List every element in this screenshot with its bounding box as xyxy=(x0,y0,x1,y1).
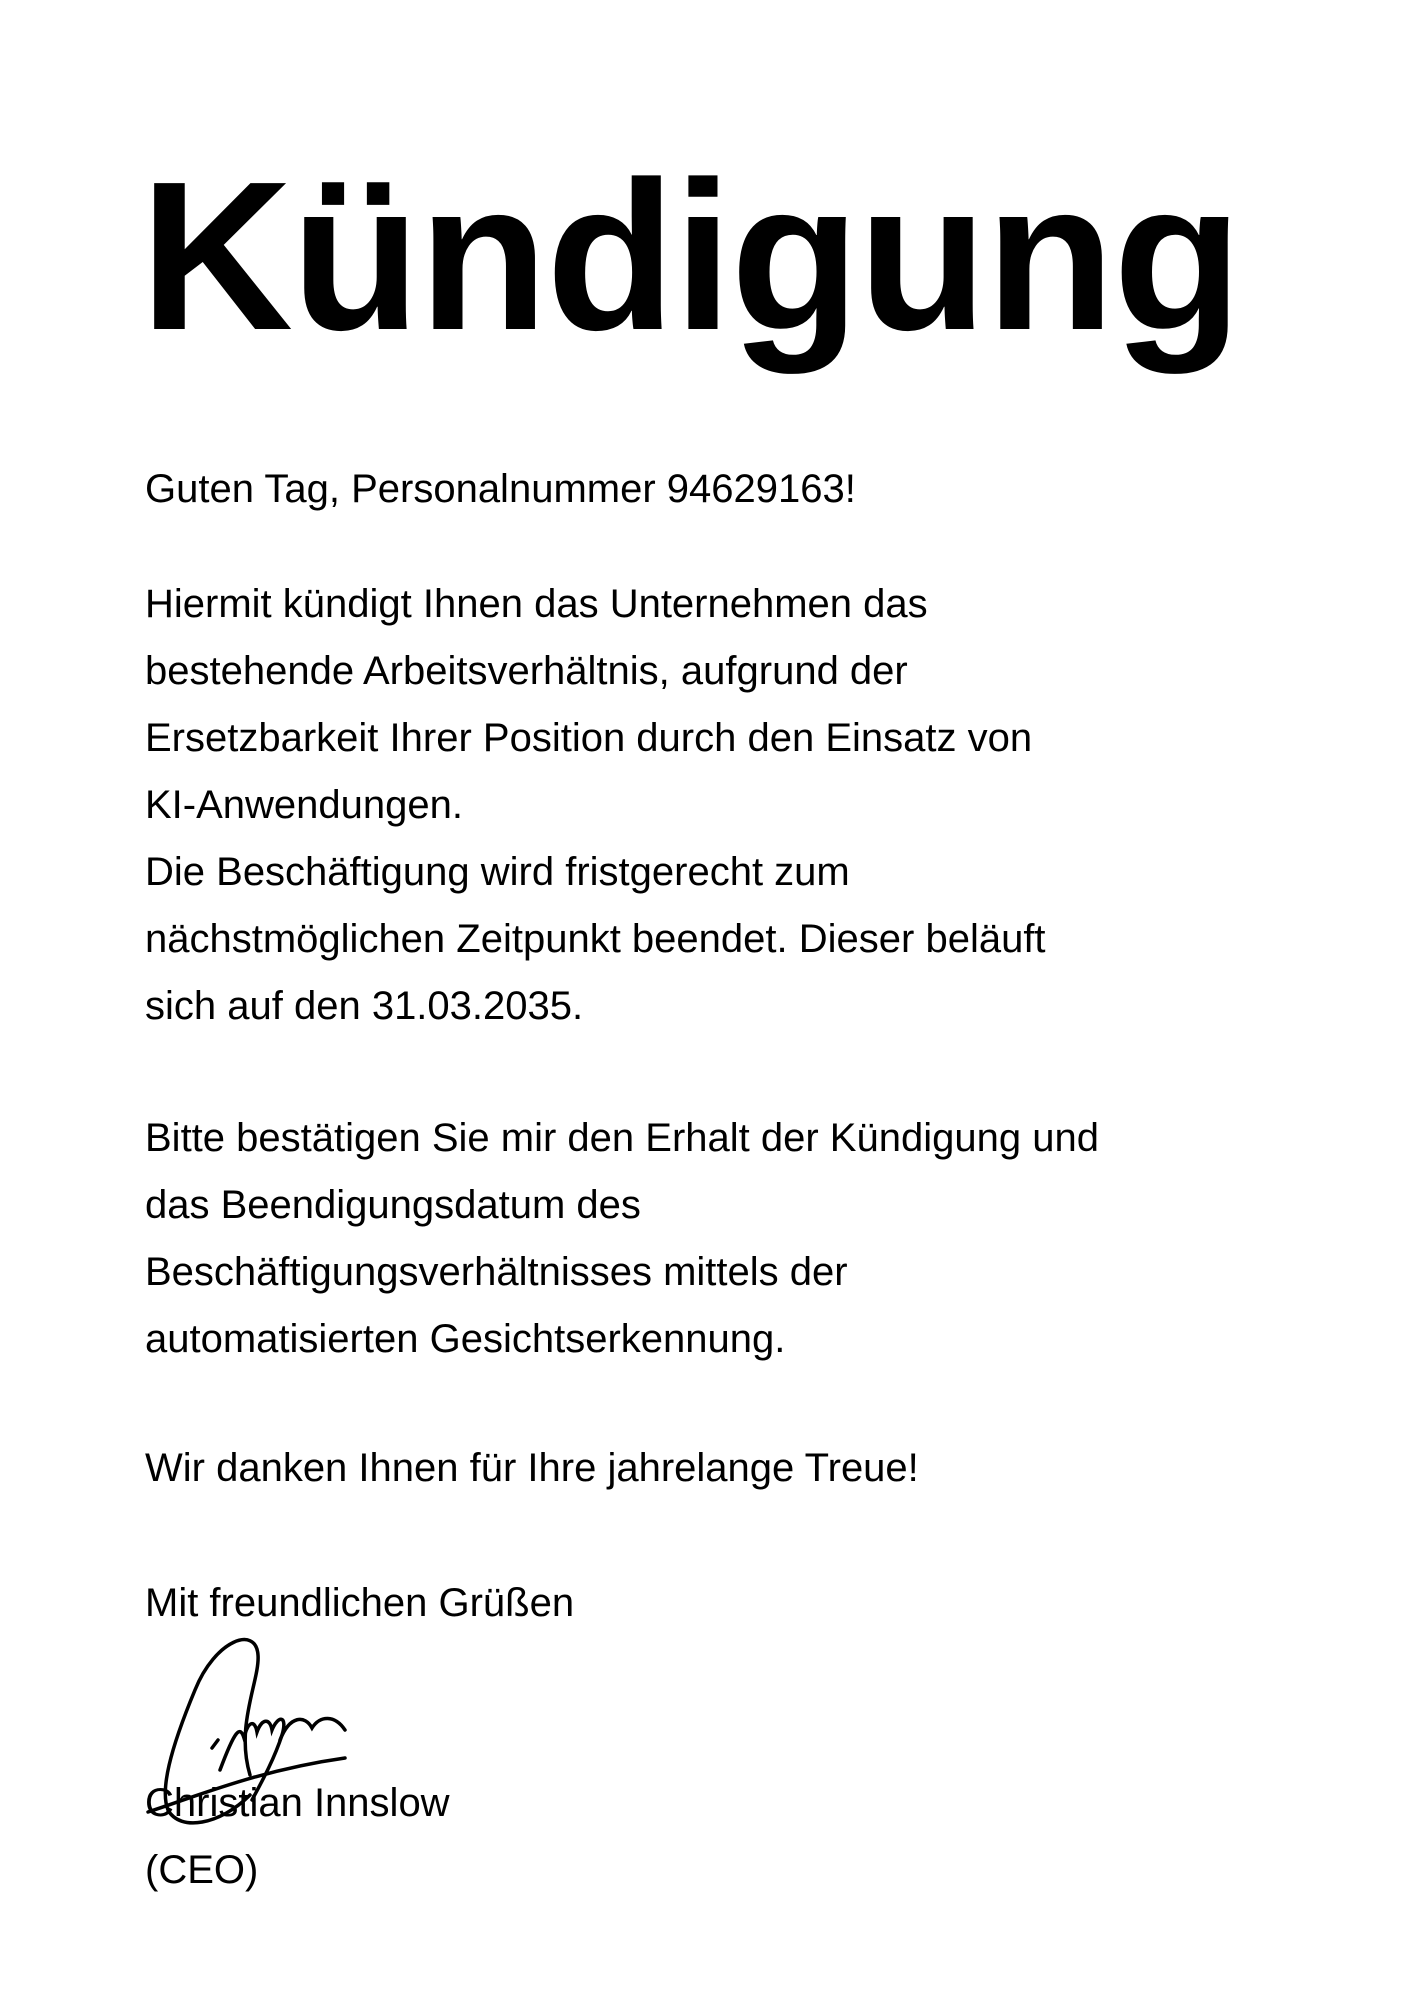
paragraph-confirmation: Bitte bestätigen Sie mir den Erhalt der … xyxy=(145,1105,1099,1373)
paragraph-line: KI-Anwendungen. xyxy=(145,783,464,827)
paragraph-line: Ersetzbarkeit Ihrer Position durch den E… xyxy=(145,716,1033,760)
signature-image xyxy=(146,1637,347,1825)
paragraph-line: Beschäftigungsverhältnisses mittels der xyxy=(145,1250,848,1294)
paragraph-line: das Beendigungsdatum des xyxy=(145,1183,641,1227)
paragraph-line: sich auf den 31.03.2035. xyxy=(145,984,584,1028)
paragraph-termination: Hiermit kündigt Ihnen das Unternehmen da… xyxy=(145,571,1046,1040)
thanks: Wir danken Ihnen für Ihre jahrelange Tre… xyxy=(145,1435,919,1502)
thanks-text: Wir danken Ihnen für Ihre jahrelange Tre… xyxy=(145,1446,919,1490)
paragraph-line: automatisierten Gesichtserkennung. xyxy=(145,1317,786,1361)
paragraph-line: bestehende Arbeitsverhältnis, aufgrund d… xyxy=(145,649,908,693)
paragraph-line: Bitte bestätigen Sie mir den Erhalt der … xyxy=(145,1116,1099,1160)
greeting-text: Guten Tag, Personalnummer 94629163! xyxy=(145,467,856,511)
greeting: Guten Tag, Personalnummer 94629163! xyxy=(145,456,856,523)
document-title: Kündigung xyxy=(140,137,1242,374)
paragraph-line: Hiermit kündigt Ihnen das Unternehmen da… xyxy=(145,582,928,626)
paragraph-line: nächstmöglichen Zeitpunkt beendet. Diese… xyxy=(145,917,1046,961)
paragraph-line: Die Beschäftigung wird fristgerecht zum xyxy=(145,850,850,894)
